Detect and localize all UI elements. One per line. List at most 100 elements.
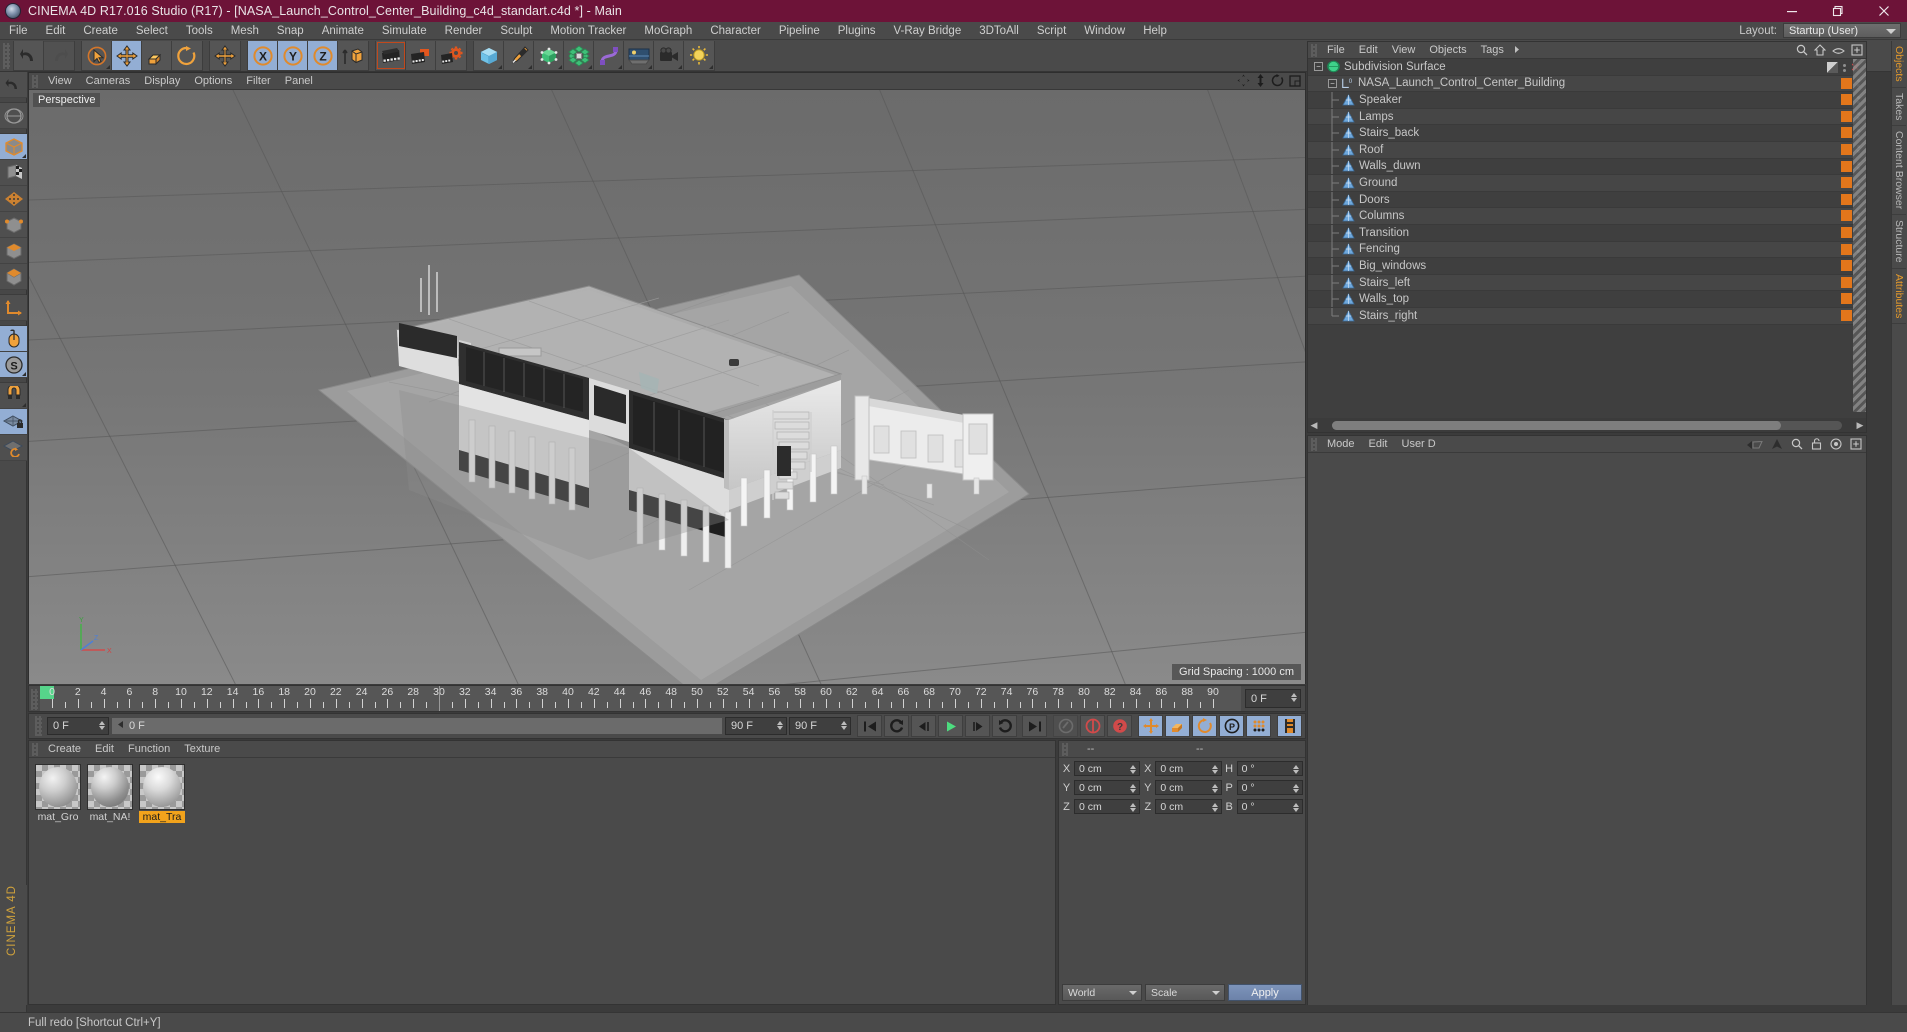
expand-collapse-icon[interactable]: − bbox=[1328, 78, 1337, 88]
close-icon[interactable] bbox=[1861, 0, 1907, 22]
attribute-menu-user-data[interactable]: User D bbox=[1395, 438, 1443, 450]
menu-script[interactable]: Script bbox=[1028, 22, 1075, 40]
object-row[interactable]: Walls_duwn bbox=[1308, 158, 1866, 176]
powerslider-track[interactable]: 0 F bbox=[111, 717, 723, 735]
go-to-end-icon[interactable] bbox=[1022, 715, 1047, 737]
deformer-icon[interactable] bbox=[594, 41, 624, 70]
transport-grip[interactable] bbox=[35, 716, 42, 736]
next-frame-icon[interactable] bbox=[965, 715, 990, 737]
menu-create[interactable]: Create bbox=[74, 22, 127, 40]
material-menu-edit[interactable]: Edit bbox=[88, 743, 121, 755]
model-mode-icon[interactable] bbox=[0, 134, 27, 160]
menu-edit[interactable]: Edit bbox=[37, 22, 75, 40]
apply-button[interactable]: Apply bbox=[1228, 984, 1302, 1001]
stepper-icon[interactable] bbox=[1292, 803, 1299, 812]
material-tag-icon[interactable] bbox=[1841, 210, 1852, 222]
expand-collapse-icon[interactable]: − bbox=[1314, 62, 1323, 72]
array-modeling-icon[interactable] bbox=[564, 41, 594, 70]
points-mode-icon[interactable] bbox=[0, 186, 27, 212]
spline-pen-icon[interactable] bbox=[504, 41, 534, 70]
add-icon[interactable] bbox=[1850, 437, 1862, 455]
attribute-menu-edit[interactable]: Edit bbox=[1362, 438, 1395, 450]
object-menu-tags[interactable]: Tags bbox=[1474, 44, 1511, 56]
undo-view-icon[interactable] bbox=[0, 72, 27, 98]
stepper-icon[interactable] bbox=[1211, 784, 1218, 793]
menu-simulate[interactable]: Simulate bbox=[373, 22, 436, 40]
coord-rotation-p-input[interactable]: 0 ° bbox=[1236, 780, 1303, 795]
material-manager-grip[interactable] bbox=[32, 742, 38, 756]
position-key-icon[interactable] bbox=[1138, 715, 1163, 737]
menu-sculpt[interactable]: Sculpt bbox=[491, 22, 541, 40]
move-axis-icon[interactable] bbox=[210, 41, 240, 70]
move-tool-icon[interactable] bbox=[112, 41, 142, 70]
right-tab-content-browser[interactable]: Content Browser bbox=[1892, 126, 1906, 216]
right-tab-takes[interactable]: Takes bbox=[1892, 88, 1906, 127]
object-tree[interactable]: −Subdivision Surface✕−0NASA_Launch_Contr… bbox=[1308, 59, 1866, 412]
object-row[interactable]: Stairs_back bbox=[1308, 125, 1866, 142]
object-row[interactable]: Ground bbox=[1308, 174, 1866, 192]
texture-mode-icon[interactable] bbox=[0, 160, 27, 186]
coord-size-y-input[interactable]: 0 cm bbox=[1155, 780, 1222, 795]
right-tab-objects[interactable]: Objects bbox=[1892, 41, 1906, 88]
material-tag-icon[interactable] bbox=[1841, 260, 1852, 272]
scroll-thumb[interactable] bbox=[1332, 420, 1781, 430]
material-tag-icon[interactable] bbox=[1841, 110, 1852, 122]
right-tab-attributes[interactable]: Attributes bbox=[1892, 269, 1906, 325]
menu-vray-bridge[interactable]: V-Ray Bridge bbox=[884, 22, 970, 40]
timeline-grip[interactable] bbox=[31, 689, 38, 710]
menu-select[interactable]: Select bbox=[127, 22, 177, 40]
render-view-icon[interactable] bbox=[376, 41, 406, 70]
menu-character[interactable]: Character bbox=[701, 22, 770, 40]
material-tag-icon[interactable] bbox=[1841, 193, 1852, 205]
menu-window[interactable]: Window bbox=[1075, 22, 1134, 40]
polygons-mode-icon[interactable] bbox=[0, 238, 27, 264]
no-material-tag-icon[interactable] bbox=[1826, 62, 1838, 73]
material-tag-icon[interactable] bbox=[1841, 243, 1852, 255]
material-thumbnail[interactable] bbox=[139, 764, 185, 810]
object-row[interactable]: Doors bbox=[1308, 191, 1866, 209]
viewport-menu-cameras[interactable]: Cameras bbox=[79, 75, 138, 87]
object-row[interactable]: Fencing bbox=[1308, 241, 1866, 259]
timeline-end-field[interactable]: 0 F bbox=[1245, 689, 1301, 708]
undo-icon[interactable] bbox=[14, 41, 44, 70]
coordinate-system-select[interactable]: World bbox=[1062, 984, 1142, 1001]
coord-position-z-input[interactable]: 0 cm bbox=[1074, 799, 1141, 814]
go-to-start-icon[interactable] bbox=[857, 715, 882, 737]
object-menu-objects[interactable]: Objects bbox=[1422, 44, 1473, 56]
stepper-icon[interactable] bbox=[99, 721, 105, 730]
object-row[interactable]: Walls_top bbox=[1308, 291, 1866, 308]
layout-select[interactable]: Startup (User) bbox=[1783, 23, 1901, 38]
coord-size-x-input[interactable]: 0 cm bbox=[1155, 761, 1222, 776]
render-settings-icon[interactable] bbox=[436, 41, 466, 70]
viewport-menu-options[interactable]: Options bbox=[187, 75, 239, 87]
scroll-right-icon[interactable]: ▶ bbox=[1854, 420, 1866, 431]
stepper-icon[interactable] bbox=[1211, 765, 1218, 774]
axis-modify-icon[interactable] bbox=[0, 295, 27, 321]
preview-range-end-field[interactable]: 90 F bbox=[725, 717, 787, 735]
stepper-icon[interactable] bbox=[1291, 693, 1297, 702]
object-row[interactable]: Transition bbox=[1308, 224, 1866, 242]
stepper-icon[interactable] bbox=[841, 721, 847, 730]
camera-icon[interactable] bbox=[654, 41, 684, 70]
material-tag-icon[interactable] bbox=[1841, 127, 1852, 139]
workplane-lock-icon[interactable] bbox=[0, 409, 27, 435]
live-selection-icon[interactable] bbox=[82, 41, 112, 70]
stepper-icon[interactable] bbox=[1130, 803, 1137, 812]
scroll-left-icon[interactable]: ◀ bbox=[1308, 420, 1320, 431]
material-menu-create[interactable]: Create bbox=[41, 743, 88, 755]
light-icon[interactable] bbox=[684, 41, 714, 70]
object-row[interactable]: Columns bbox=[1308, 208, 1866, 225]
menu-tools[interactable]: Tools bbox=[177, 22, 222, 40]
restore-icon[interactable] bbox=[1815, 0, 1861, 22]
material-thumbnail[interactable] bbox=[87, 764, 133, 810]
x-axis-lock-icon[interactable]: X bbox=[248, 41, 278, 70]
object-row[interactable]: − 0 NASA_Launch_Control_Center_Building bbox=[1308, 75, 1866, 93]
material-thumbnail[interactable] bbox=[35, 764, 81, 810]
menu-help[interactable]: Help bbox=[1134, 22, 1176, 40]
object-row[interactable]: Big_windows bbox=[1308, 257, 1866, 275]
material-tag-icon[interactable] bbox=[1841, 177, 1852, 189]
object-row[interactable]: Speaker bbox=[1308, 91, 1866, 109]
menu-mesh[interactable]: Mesh bbox=[222, 22, 268, 40]
snap-magnet-icon[interactable] bbox=[0, 383, 27, 409]
viewport-3d-canvas[interactable]: Perspective Y X Z Grid Spacing: 1000 cm bbox=[29, 90, 1305, 684]
